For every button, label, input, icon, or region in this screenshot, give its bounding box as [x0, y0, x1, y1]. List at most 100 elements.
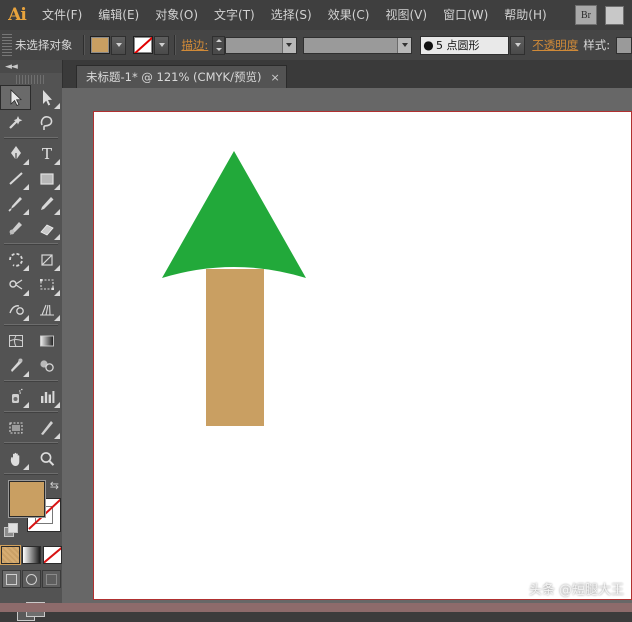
document-tab[interactable]: 未标题-1* @ 121% (CMYK/预览) × [76, 65, 287, 88]
tools-panel-grip[interactable] [16, 75, 46, 84]
close-icon[interactable]: × [270, 71, 279, 84]
stroke-weight-stepper[interactable] [212, 35, 226, 55]
none-mode-button[interactable] [42, 546, 62, 564]
menu-type[interactable]: 文字(T) [206, 0, 263, 30]
menu-file[interactable]: 文件(F) [34, 0, 90, 30]
menu-select[interactable]: 选择(S) [263, 0, 320, 30]
collapse-panel-icon[interactable]: ◄◄ [5, 62, 18, 72]
magic-wand-tool[interactable] [0, 110, 31, 135]
eraser-tool[interactable] [31, 216, 62, 241]
stroke-swatch-none-icon[interactable] [133, 36, 154, 54]
tool-flyout-indicator[interactable] [23, 209, 29, 215]
paintbrush-tool[interactable] [0, 191, 31, 216]
stroke-weight-input[interactable] [225, 36, 297, 54]
selection-status-label: 未选择对象 [14, 38, 73, 52]
slice-tool[interactable] [31, 415, 62, 440]
hand-tool[interactable] [0, 446, 31, 471]
free-transform-tool[interactable] [31, 272, 62, 297]
fill-color-control[interactable] [90, 35, 127, 55]
divider [4, 473, 58, 475]
tool-flyout-indicator[interactable] [23, 290, 29, 296]
line-segment-tool[interactable] [0, 166, 31, 191]
menu-effect[interactable]: 效果(C) [320, 0, 378, 30]
gradient-mode-button[interactable] [21, 546, 41, 564]
scale-tool[interactable] [31, 247, 62, 272]
paint-mode-row [0, 546, 62, 564]
column-graph-tool[interactable] [31, 384, 62, 409]
brush-dropdown-arrow-icon[interactable] [510, 35, 526, 55]
mesh-icon [8, 334, 23, 347]
zoom-tool[interactable] [31, 446, 62, 471]
type-tool[interactable]: T [31, 141, 62, 166]
tool-flyout-indicator[interactable] [54, 209, 60, 215]
fill-color-box[interactable] [9, 481, 45, 517]
brush-dot-icon: ● [423, 38, 434, 52]
tool-flyout-indicator[interactable] [23, 315, 29, 321]
stroke-color-control[interactable] [133, 35, 170, 55]
artboard-tool[interactable] [0, 415, 31, 440]
bottom-status-strip [0, 603, 632, 612]
control-bar-grip[interactable] [2, 34, 12, 56]
lasso-tool[interactable] [31, 110, 62, 135]
swap-fill-stroke-icon[interactable]: ⇆ [50, 479, 59, 492]
tool-flyout-indicator[interactable] [23, 159, 29, 165]
stroke-dropdown-arrow-icon[interactable] [154, 35, 170, 55]
arrange-documents-button[interactable] [605, 5, 624, 25]
artboard[interactable] [93, 111, 632, 600]
fill-color-mode-button[interactable] [0, 546, 20, 564]
arrow-head-triangle[interactable] [162, 151, 306, 278]
mesh-tool[interactable] [0, 328, 31, 353]
menu-object[interactable]: 对象(O) [147, 0, 206, 30]
tool-flyout-indicator[interactable] [54, 265, 60, 271]
draw-normal-mode-button[interactable] [1, 570, 21, 588]
menu-window[interactable]: 窗口(W) [435, 0, 496, 30]
tool-flyout-indicator[interactable] [54, 315, 60, 321]
blob-brush-tool[interactable] [0, 216, 31, 241]
rectangle-tool[interactable] [31, 166, 62, 191]
width-tool[interactable] [0, 272, 31, 297]
bridge-button[interactable]: Br [575, 5, 597, 25]
tool-flyout-indicator[interactable] [54, 184, 60, 190]
tool-flyout-indicator[interactable] [54, 402, 60, 408]
tool-flyout-indicator[interactable] [54, 103, 60, 109]
blend-tool[interactable] [31, 353, 62, 378]
gradient-tool[interactable] [31, 328, 62, 353]
stroke-label[interactable]: 描边: [181, 37, 208, 53]
stroke-profile-input[interactable] [302, 36, 413, 54]
chevron-down-icon[interactable] [281, 37, 296, 53]
fill-dropdown-arrow-icon[interactable] [111, 35, 127, 55]
style-swatch[interactable] [616, 36, 632, 54]
selection-tool[interactable] [0, 85, 31, 110]
draw-behind-mode-button[interactable] [21, 570, 41, 588]
tool-flyout-indicator[interactable] [23, 184, 29, 190]
tool-flyout-indicator[interactable] [23, 464, 29, 470]
tool-flyout-indicator[interactable] [54, 159, 60, 165]
menu-view[interactable]: 视图(V) [377, 0, 435, 30]
rotate-tool[interactable] [0, 247, 31, 272]
draw-inside-mode-button[interactable] [41, 570, 61, 588]
symbol-sprayer-tool[interactable] [0, 384, 31, 409]
opacity-label[interactable]: 不透明度 [532, 37, 578, 53]
menu-edit[interactable]: 编辑(E) [90, 0, 147, 30]
pencil-tool[interactable] [31, 191, 62, 216]
chevron-down-icon[interactable] [397, 37, 412, 53]
shape-builder-tool[interactable] [0, 297, 31, 322]
tool-flyout-indicator[interactable] [23, 402, 29, 408]
fill-swatch[interactable] [90, 36, 111, 54]
canvas-area[interactable]: 头条 @短腿大王 [62, 88, 632, 612]
brush-definition-input[interactable]: ● 5 点圆形 [419, 35, 510, 55]
divider [4, 411, 58, 413]
direct-selection-tool[interactable] [31, 85, 62, 110]
tool-flyout-indicator[interactable] [54, 234, 60, 240]
arrow-shaft-rectangle[interactable] [206, 269, 264, 426]
eyedropper-tool[interactable] [0, 353, 31, 378]
magic-wand-icon [8, 115, 22, 129]
tool-flyout-indicator[interactable] [54, 290, 60, 296]
tool-flyout-indicator[interactable] [23, 371, 29, 377]
tool-flyout-indicator[interactable] [23, 265, 29, 271]
default-fill-stroke-icon[interactable] [4, 523, 18, 537]
menu-help[interactable]: 帮助(H) [496, 0, 554, 30]
tool-flyout-indicator[interactable] [54, 433, 60, 439]
pen-tool[interactable] [0, 141, 31, 166]
perspective-grid-tool[interactable] [31, 297, 62, 322]
